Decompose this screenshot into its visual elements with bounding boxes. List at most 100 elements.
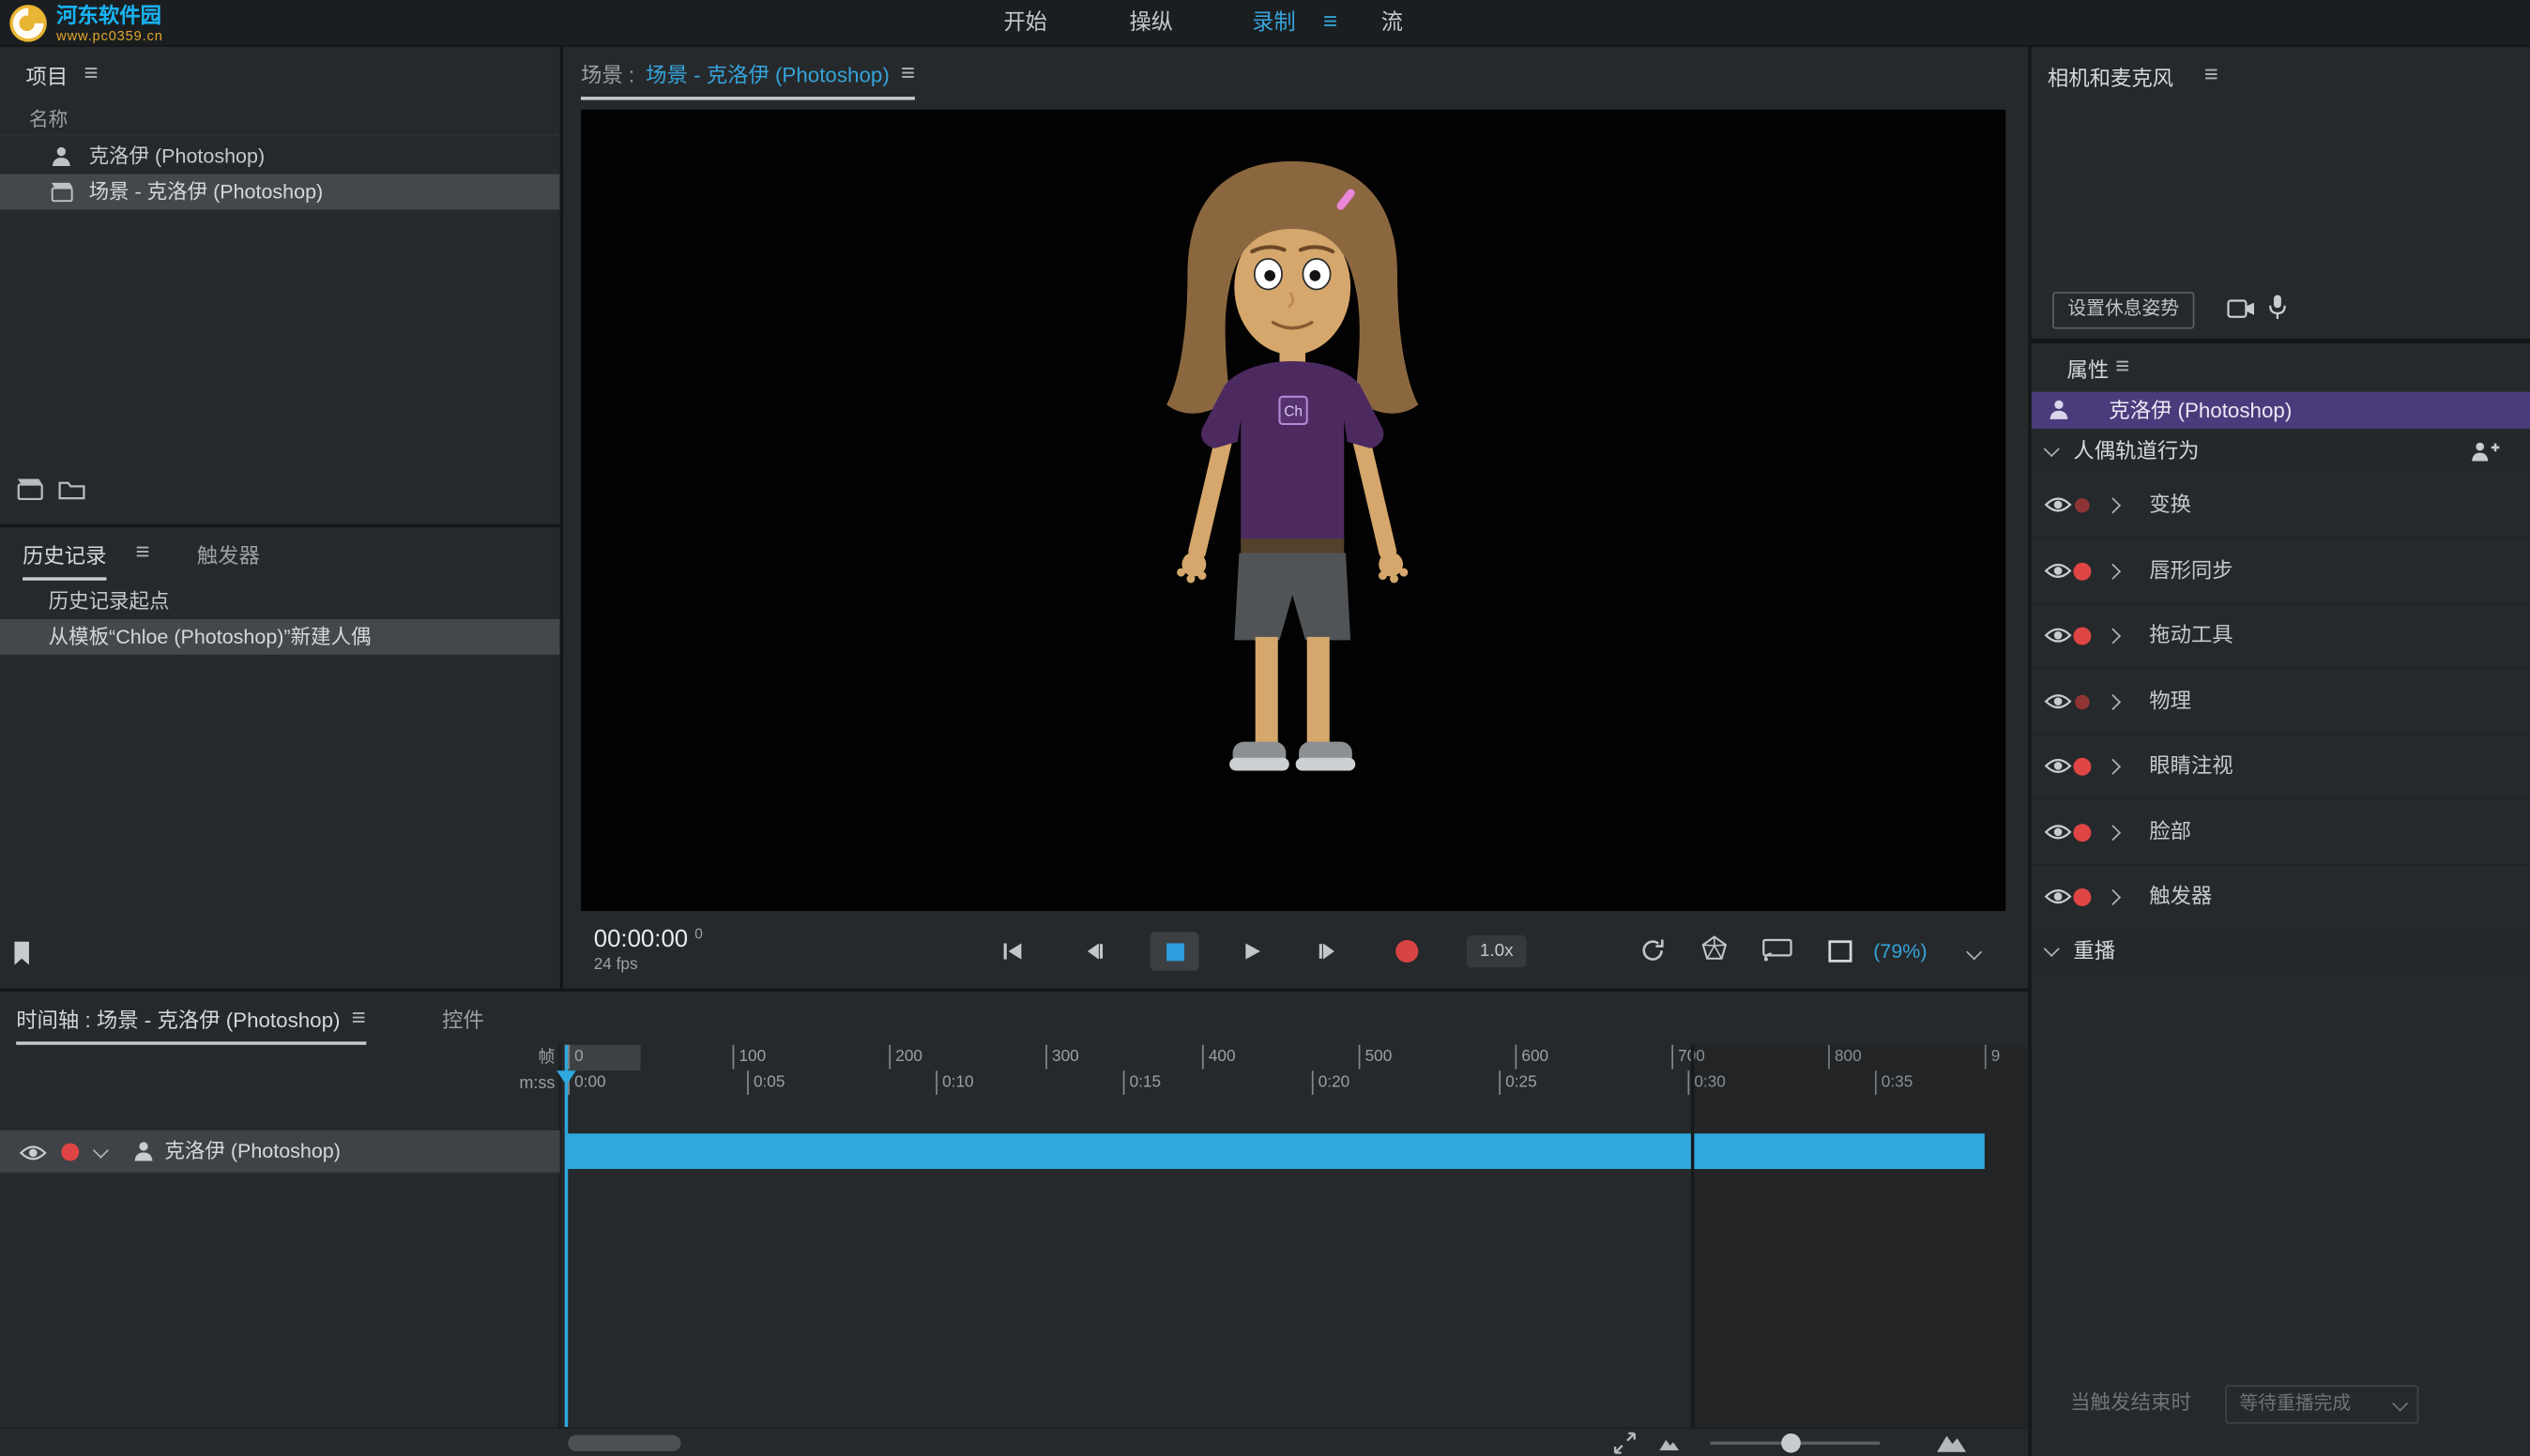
playback-speed-button[interactable]: 1.0x (1467, 935, 1527, 967)
project-name-column-header: 名称 (29, 105, 68, 132)
track-arm-record-dot[interactable] (61, 1144, 79, 1161)
behavior-row[interactable]: 变换 (2032, 473, 2530, 538)
playhead-head[interactable] (556, 1070, 576, 1084)
timecode-display: 00:00:00 0 (594, 926, 703, 953)
behavior-arm-dot[interactable] (2073, 824, 2091, 842)
horizontal-scrollbar-thumb[interactable] (568, 1435, 680, 1451)
frame-counter: 0 (694, 926, 703, 942)
zoom-dropdown-button[interactable] (1958, 937, 1989, 966)
tab-rig[interactable]: 操纵 (1130, 0, 1173, 45)
new-folder-button[interactable] (58, 478, 85, 499)
history-panel: 历史记录 ≡ 触发器 历史记录起点 从模板“Chloe (Photoshop)”… (0, 527, 560, 989)
behavior-row[interactable]: 眼睛注视 (2032, 734, 2530, 799)
behavior-expand-chevron[interactable] (2105, 825, 2121, 841)
behavior-label: 唇形同步 (2149, 538, 2233, 603)
behaviors-section-header[interactable]: 人偶轨道行为 (2032, 429, 2530, 472)
zoom-level-label[interactable]: (79%) (1873, 940, 1927, 963)
behavior-row[interactable]: 拖动工具 (2032, 603, 2530, 669)
on-trigger-end-label: 当触发结束时 (2070, 1385, 2191, 1420)
scene-panel-menu-icon[interactable]: ≡ (901, 61, 915, 85)
zoom-out-mountain-icon[interactable] (1659, 1435, 1680, 1451)
snapshot-frame-icon[interactable] (1828, 940, 1852, 963)
add-behavior-icon[interactable] (2470, 440, 2501, 463)
behavior-arm-dot[interactable] (2073, 563, 2091, 581)
properties-selected-puppet-row[interactable]: 克洛伊 (Photoshop) (2032, 392, 2530, 430)
track-collapse-chevron[interactable] (93, 1143, 109, 1159)
behavior-label: 拖动工具 (2149, 603, 2233, 668)
take-bar[interactable] (567, 1133, 1985, 1169)
behavior-arm-dot[interactable] (2075, 695, 2089, 709)
history-panel-menu-icon[interactable]: ≡ (135, 540, 149, 565)
playhead[interactable] (565, 1045, 568, 1427)
history-item-new-puppet[interactable]: 从模板“Chloe (Photoshop)”新建人偶 (0, 619, 560, 655)
history-item-origin[interactable]: 历史记录起点 (0, 584, 560, 619)
track-header-row[interactable]: 克洛伊 (Photoshop) (0, 1130, 560, 1174)
behavior-expand-chevron[interactable] (2105, 497, 2121, 513)
behavior-eye-icon[interactable] (2044, 495, 2071, 515)
tab-history[interactable]: 历史记录 (23, 538, 106, 581)
behavior-eye-icon[interactable] (2044, 756, 2071, 776)
behavior-arm-dot[interactable] (2075, 498, 2089, 512)
set-rest-pose-button[interactable]: 设置休息姿势 (2052, 292, 2194, 329)
behavior-eye-icon[interactable] (2044, 626, 2071, 645)
behavior-expand-chevron[interactable] (2105, 629, 2121, 645)
timeline-zoom-slider-handle[interactable] (1781, 1433, 1801, 1453)
scene-viewport[interactable]: Ch (581, 110, 2005, 911)
stop-button[interactable] (1151, 932, 1199, 970)
properties-panel-menu-icon[interactable]: ≡ (2115, 355, 2129, 379)
tab-controls[interactable]: 控件 (442, 1003, 484, 1034)
out-of-range-shade (1694, 1045, 2028, 1427)
behavior-row[interactable]: 物理 (2032, 669, 2530, 735)
behavior-label: 触发器 (2149, 864, 2212, 929)
behavior-eye-icon[interactable] (2044, 561, 2071, 581)
timeline-panel-menu-icon[interactable]: ≡ (352, 1006, 366, 1030)
replays-section-header[interactable]: 重播 (2032, 929, 2530, 972)
stop-icon (1166, 943, 1183, 961)
behavior-expand-chevron[interactable] (2105, 759, 2121, 775)
behavior-row[interactable]: 脸部 (2032, 799, 2530, 865)
behavior-row[interactable]: 唇形同步 (2032, 538, 2530, 604)
puppet-chloe[interactable]: Ch (1123, 158, 1462, 826)
behavior-expand-chevron[interactable] (2105, 694, 2121, 710)
replay-mode-dropdown[interactable]: 等待重播完成 (2225, 1385, 2418, 1423)
go-to-start-button[interactable] (1002, 942, 1025, 962)
mesh-view-icon[interactable] (1700, 935, 1728, 961)
camera-mic-panel-menu-icon[interactable]: ≡ (2204, 63, 2218, 87)
behavior-expand-chevron[interactable] (2105, 889, 2121, 905)
stream-to-device-icon[interactable] (1762, 938, 1793, 961)
scene-panel: 场景 : 场景 - 克洛伊 (Photoshop) ≡ (563, 47, 2028, 989)
record-button[interactable] (1395, 940, 1418, 963)
camera-toggle-icon[interactable] (2227, 298, 2256, 319)
tab-record[interactable]: 录制 (1252, 0, 1295, 45)
microphone-toggle-icon[interactable] (2267, 294, 2288, 321)
bookmark-icon[interactable] (11, 940, 32, 967)
behavior-row[interactable]: 触发器 (2032, 864, 2530, 929)
behavior-expand-chevron[interactable] (2105, 564, 2121, 580)
new-scene-button[interactable] (16, 476, 45, 501)
play-button[interactable] (1242, 942, 1262, 962)
previous-frame-button[interactable] (1083, 942, 1104, 962)
behavior-eye-icon[interactable] (2044, 691, 2071, 711)
track-visibility-eye-icon[interactable] (20, 1144, 47, 1163)
next-frame-button[interactable] (1318, 942, 1339, 962)
behavior-arm-dot[interactable] (2073, 628, 2091, 645)
project-item-puppet[interactable]: 克洛伊 (Photoshop) (0, 139, 560, 174)
project-panel-menu-icon[interactable]: ≡ (84, 61, 98, 85)
tab-timeline[interactable]: 时间轴 : 场景 - 克洛伊 (Photoshop) ≡ (16, 1003, 365, 1045)
tab-start[interactable]: 开始 (1003, 0, 1046, 45)
behavior-eye-icon[interactable] (2044, 823, 2071, 842)
project-item-scene[interactable]: 场景 - 克洛伊 (Photoshop) (0, 174, 560, 210)
loop-playback-icon[interactable] (1639, 938, 1667, 963)
tab-stream[interactable]: 流 (1381, 0, 1403, 45)
behavior-eye-icon[interactable] (2044, 887, 2071, 906)
fit-timeline-icon[interactable] (1613, 1432, 1636, 1454)
behavior-arm-dot[interactable] (2073, 888, 2091, 906)
record-menu-icon[interactable]: ≡ (1323, 9, 1337, 34)
camera-mic-panel-title: 相机和麦克风 (2048, 61, 2173, 92)
history-item-label: 历史记录起点 (49, 584, 170, 619)
tab-triggers[interactable]: 触发器 (197, 538, 260, 569)
zoom-in-mountain-icon[interactable] (1936, 1431, 1967, 1453)
tab-scene[interactable]: 场景 : 场景 - 克洛伊 (Photoshop) ≡ (581, 58, 915, 100)
top-menubar: 河东软件园 www.pc0359.cn 开始 操纵 录制 ≡ 流 (0, 0, 2530, 45)
behavior-arm-dot[interactable] (2073, 758, 2091, 776)
